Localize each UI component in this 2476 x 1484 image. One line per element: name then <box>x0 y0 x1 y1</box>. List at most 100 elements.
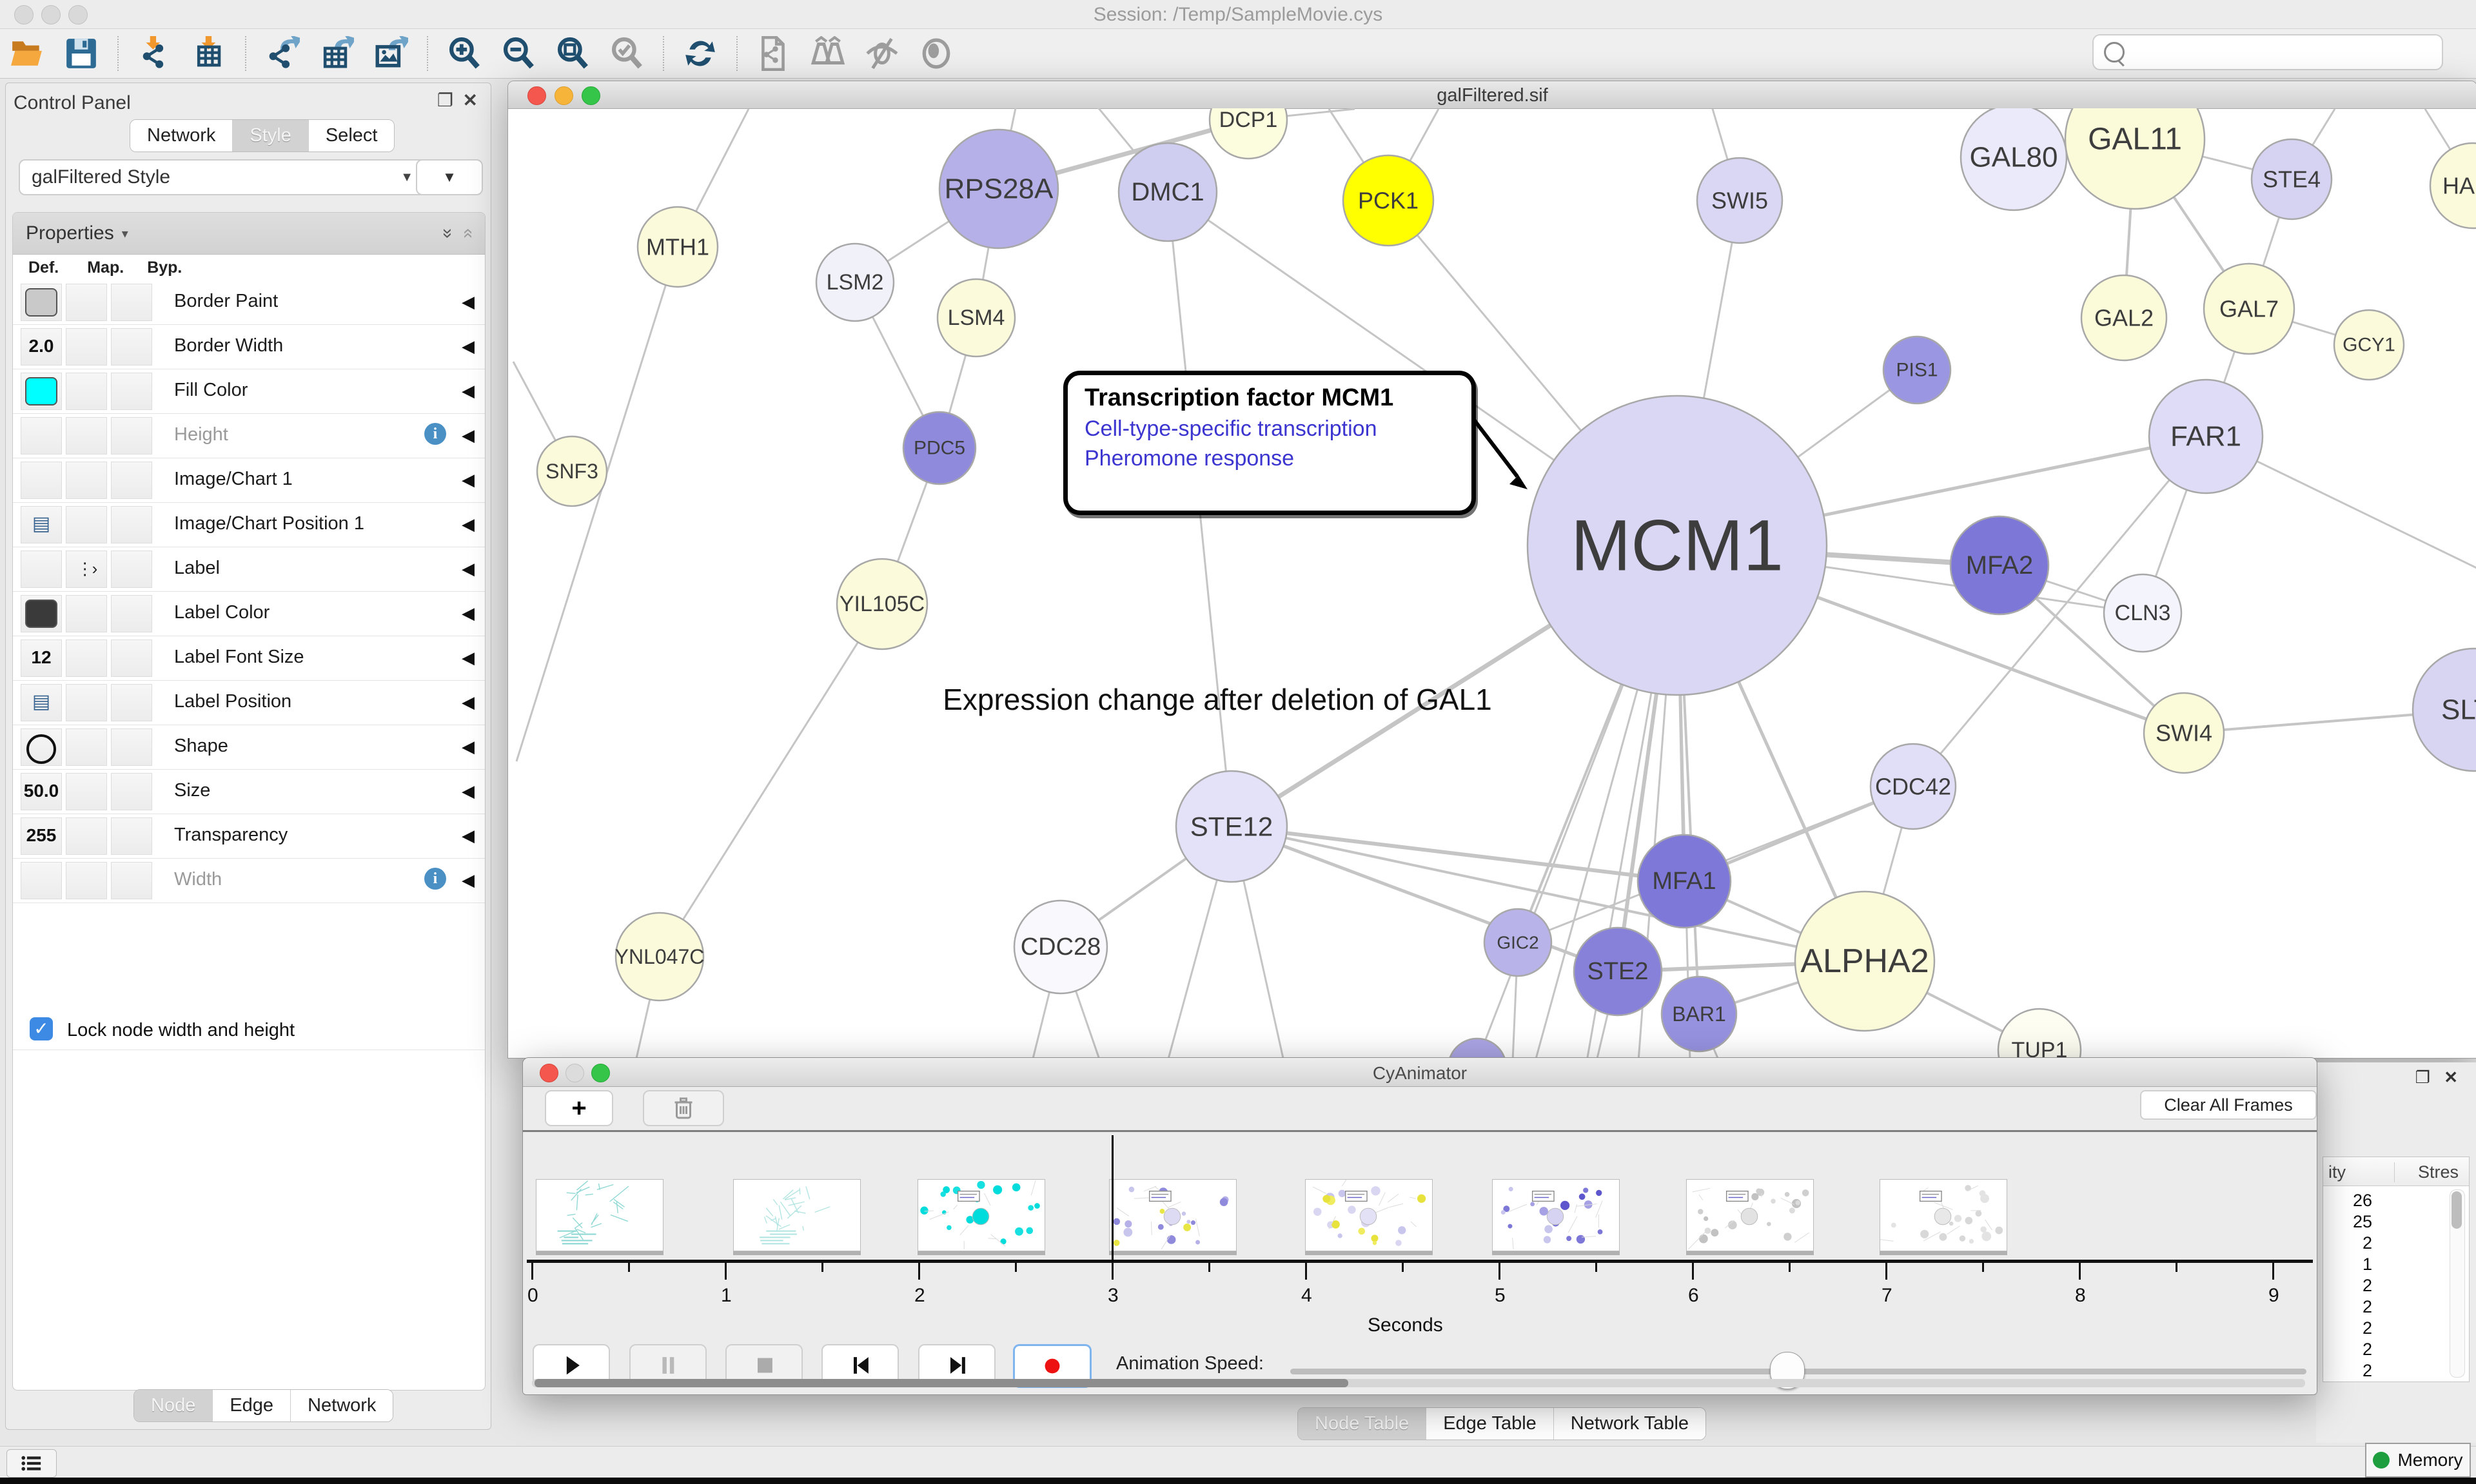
timeline-horizontal-scrollbar[interactable] <box>532 1379 2305 1387</box>
close-panel-icon[interactable]: ✕ <box>2444 1068 2458 1087</box>
expand-row-icon[interactable]: ◀ <box>462 826 475 846</box>
export-network-icon[interactable] <box>263 34 302 73</box>
byp-cell[interactable] <box>111 684 152 721</box>
expand-row-icon[interactable]: ◀ <box>462 648 475 668</box>
map-cell[interactable] <box>66 462 107 499</box>
map-cell[interactable] <box>66 284 107 321</box>
export-table-icon[interactable] <box>317 34 356 73</box>
def-cell[interactable] <box>21 417 62 454</box>
cyanimator-titlebar[interactable]: CyAnimator <box>523 1058 2317 1087</box>
byp-cell[interactable] <box>111 773 152 810</box>
zoom-out-icon[interactable] <box>499 34 538 73</box>
map-cell[interactable] <box>66 773 107 810</box>
network-annotation-box[interactable]: Transcription factor MCM1 Cell-type-spec… <box>1063 371 1476 515</box>
close-panel-icon[interactable]: ✕ <box>463 90 478 111</box>
byp-cell[interactable] <box>111 639 152 677</box>
property-row-border-width[interactable]: 2.0 Border Width ◀ <box>13 325 485 369</box>
frame-thumbnail-2[interactable] <box>918 1179 1045 1251</box>
byp-cell[interactable] <box>111 728 152 766</box>
byp-cell[interactable] <box>111 595 152 632</box>
map-cell[interactable] <box>66 373 107 410</box>
network-edge[interactable] <box>516 247 678 761</box>
properties-header[interactable]: Properties ▾ » » <box>13 213 485 255</box>
expand-row-icon[interactable]: ◀ <box>462 559 475 579</box>
zoom-selected-icon[interactable] <box>607 34 646 73</box>
def-cell[interactable]: 12 <box>21 639 62 677</box>
tab-network[interactable]: Network <box>130 120 233 151</box>
byp-cell[interactable] <box>111 417 152 454</box>
property-row-border-paint[interactable]: Border Paint ◀ <box>13 280 485 325</box>
map-cell[interactable] <box>66 639 107 677</box>
expand-row-icon[interactable]: ◀ <box>462 692 475 712</box>
def-cell[interactable]: ▤ <box>21 684 62 721</box>
expand-row-icon[interactable]: ◀ <box>462 781 475 801</box>
position-icon[interactable]: ▤ <box>21 507 61 542</box>
map-cell[interactable] <box>66 862 107 899</box>
byp-cell[interactable] <box>111 462 152 499</box>
column-stress[interactable]: Stres <box>2394 1162 2459 1182</box>
discrete-mapping-icon[interactable]: ⋮› <box>66 551 106 586</box>
column-centrality[interactable]: ity <box>2328 1162 2346 1182</box>
expand-row-icon[interactable]: ◀ <box>462 337 475 356</box>
expand-row-icon[interactable]: ◀ <box>462 603 475 623</box>
default-value[interactable]: 12 <box>21 640 61 675</box>
default-value-swatch[interactable] <box>25 288 57 317</box>
tab-edge-table[interactable]: Edge Table <box>1426 1408 1554 1440</box>
byp-cell[interactable] <box>111 506 152 543</box>
map-cell[interactable] <box>66 684 107 721</box>
network-edge[interactable] <box>660 604 882 957</box>
map-cell[interactable] <box>66 506 107 543</box>
property-row-image-chart-1[interactable]: Image/Chart 1 ◀ <box>13 458 485 503</box>
property-row-label-font-size[interactable]: 12 Label Font Size ◀ <box>13 636 485 681</box>
show-details-icon[interactable] <box>917 34 956 73</box>
import-table-icon[interactable] <box>190 34 228 73</box>
property-row-width[interactable]: Width i ◀ <box>13 859 485 903</box>
position-icon[interactable]: ▤ <box>21 685 61 719</box>
tab-node[interactable]: Node <box>134 1390 213 1421</box>
tab-edge[interactable]: Edge <box>213 1390 291 1421</box>
search-input[interactable] <box>2131 41 2442 63</box>
map-cell[interactable] <box>66 595 107 632</box>
default-value[interactable]: 50.0 <box>21 774 61 808</box>
lock-node-size-row[interactable]: ✓ Lock node width and height <box>13 1008 485 1050</box>
frame-thumbnail-5[interactable] <box>1492 1179 1620 1251</box>
delete-frame-button[interactable] <box>643 1090 724 1126</box>
def-cell[interactable]: 255 <box>21 817 62 855</box>
annotation-link-2[interactable]: Pheromone response <box>1085 446 1465 471</box>
open-session-icon[interactable] <box>8 34 46 73</box>
map-cell[interactable] <box>66 728 107 766</box>
frame-thumbnail-1[interactable] <box>733 1179 861 1251</box>
tab-network-table[interactable]: Network Table <box>1554 1408 1705 1440</box>
search-box[interactable] <box>2092 34 2443 70</box>
def-cell[interactable]: ▤ <box>21 506 62 543</box>
tab-select[interactable]: Select <box>309 120 395 151</box>
task-history-button[interactable] <box>6 1449 57 1478</box>
property-row-size[interactable]: 50.0 Size ◀ <box>13 770 485 814</box>
expand-row-icon[interactable]: ◀ <box>462 425 475 445</box>
default-value-swatch[interactable] <box>25 600 57 628</box>
memory-button[interactable]: Memory <box>2365 1443 2471 1478</box>
style-options-button[interactable]: ▼ <box>416 159 483 195</box>
node-table[interactable]: ity Stres 26252122222 <box>2323 1157 2470 1382</box>
property-row-height[interactable]: Height i ◀ <box>13 414 485 458</box>
zoom-fit-icon[interactable] <box>553 34 592 73</box>
byp-cell[interactable] <box>111 284 152 321</box>
def-cell[interactable] <box>21 462 62 499</box>
add-frame-button[interactable]: + <box>545 1090 613 1126</box>
expand-row-icon[interactable]: ◀ <box>462 292 475 312</box>
float-panel-icon[interactable]: ❐ <box>437 90 453 111</box>
refresh-icon[interactable] <box>681 34 720 73</box>
network-text-annotation[interactable]: Expression change after deletion of GAL1 <box>895 682 1540 717</box>
tab-node-table[interactable]: Node Table <box>1298 1408 1426 1440</box>
map-cell[interactable] <box>66 817 107 855</box>
frame-thumbnail-3[interactable] <box>1109 1179 1237 1251</box>
expand-row-icon[interactable]: ◀ <box>462 514 475 534</box>
map-cell[interactable] <box>66 417 107 454</box>
default-value-swatch[interactable] <box>25 377 57 405</box>
table-vertical-scrollbar[interactable] <box>2450 1189 2465 1378</box>
default-value[interactable]: 2.0 <box>21 329 61 364</box>
network-window-titlebar[interactable]: galFiltered.sif <box>508 81 2476 109</box>
def-cell[interactable]: 2.0 <box>21 328 62 366</box>
def-cell[interactable] <box>21 728 62 766</box>
save-session-icon[interactable] <box>62 34 101 73</box>
